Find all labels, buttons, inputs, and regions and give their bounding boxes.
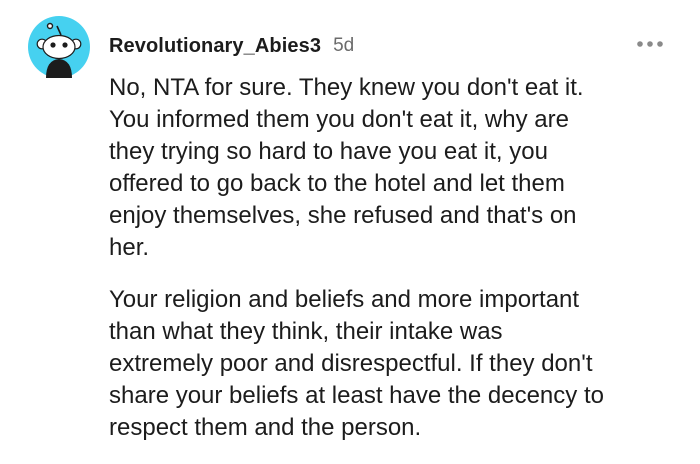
- comment-card: Revolutionary_Abies3 5d No, NTA for sure…: [0, 0, 700, 464]
- more-horizontal-icon: [637, 41, 663, 47]
- comment-paragraph: Your religion and beliefs and more impor…: [109, 286, 604, 441]
- comment-timestamp: 5d: [333, 35, 355, 56]
- more-options-button[interactable]: [632, 32, 668, 56]
- comment-body: No, NTA for sure. They knew you don't ea…: [109, 72, 689, 444]
- user-avatar[interactable]: [28, 16, 90, 78]
- comment-header: Revolutionary_Abies3 5d: [109, 32, 354, 60]
- comment-paragraph: No, NTA for sure. They knew you don't ea…: [109, 74, 584, 261]
- comment-author[interactable]: Revolutionary_Abies3: [109, 35, 321, 58]
- reddit-snoo-avatar-icon: [28, 16, 90, 78]
